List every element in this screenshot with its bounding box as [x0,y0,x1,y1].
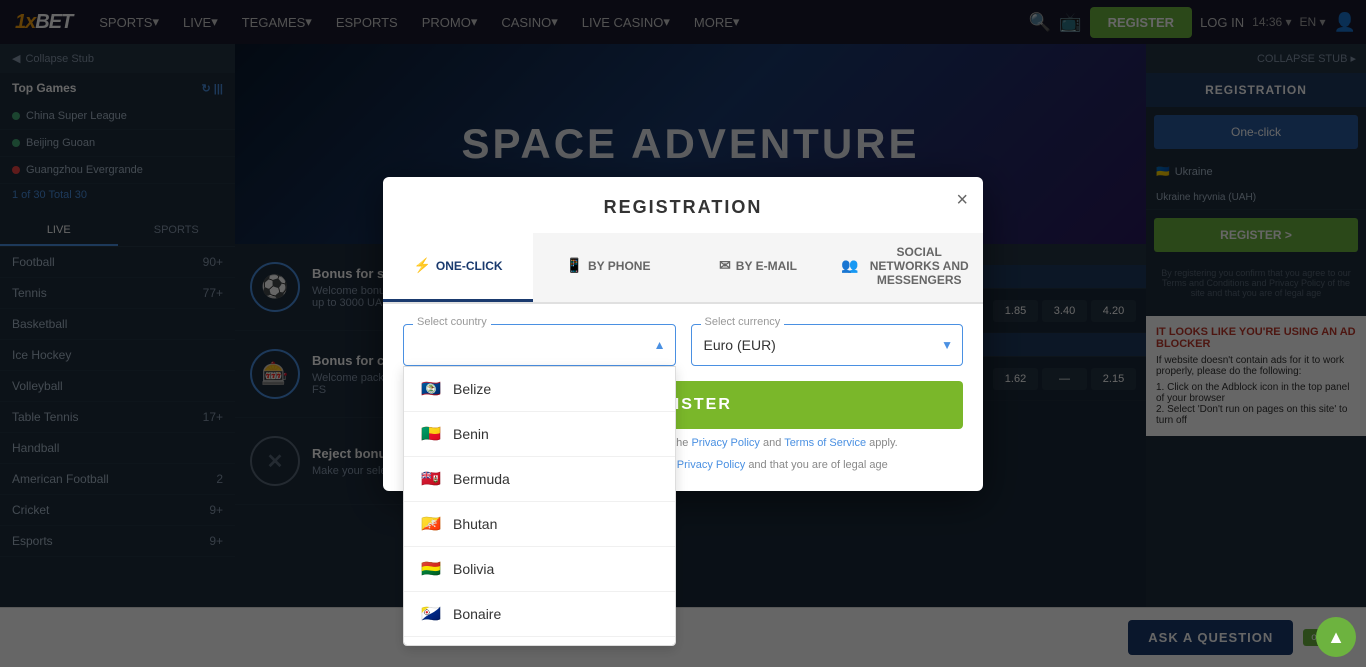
country-dropdown: 🇧🇿 Belize 🇧🇯 Benin 🇧🇲 Bermuda 🇧🇹 Bhutan [403,366,676,646]
bermuda-flag: 🇧🇲 [419,467,443,491]
currency-label: Select currency [701,316,785,328]
modal-body: Select country ▲ 🇧🇿 Belize 🇧🇯 Benin � [383,304,983,491]
list-item[interactable]: 🇧🇶 Bonaire [404,592,675,637]
phone-icon: 📱 [566,257,583,274]
bolivia-flag: 🇧🇴 [419,557,443,581]
currency-select-group: Select currency Euro (EUR) ▼ [691,324,964,366]
list-item[interactable]: 🇧🇴 Bolivia [404,547,675,592]
scroll-up-button[interactable]: ▲ [1316,617,1356,657]
close-button[interactable]: × [956,189,968,212]
benin-flag: 🇧🇯 [419,422,443,446]
modal-title: REGISTRATION [383,177,983,233]
lightning-icon: ⚡ [413,257,430,274]
list-item[interactable]: 🇧🇲 Bermuda [404,457,675,502]
list-item[interactable]: 🇧🇯 Benin [404,412,675,457]
tab-socialnetworks[interactable]: 👥 SOCIAL NETWORKS AND MESSENGERS [833,233,983,302]
google-terms-link[interactable]: Terms of Service [784,437,866,449]
google-privacy-link[interactable]: Privacy Policy [691,437,759,449]
currency-select[interactable]: Euro (EUR) [691,324,964,366]
form-row-country-currency: Select country ▲ 🇧🇿 Belize 🇧🇯 Benin � [403,324,963,366]
tab-oneclick[interactable]: ⚡ ONE-CLICK [383,233,533,302]
registration-modal: × REGISTRATION ⚡ ONE-CLICK 📱 BY PHONE ✉ … [383,177,983,491]
tab-byemail[interactable]: ✉ BY E-MAIL [683,233,833,302]
list-item[interactable]: 🇧🇦 Bosnia and Herzegovina [404,637,675,646]
registration-tabs: ⚡ ONE-CLICK 📱 BY PHONE ✉ BY E-MAIL 👥 SOC… [383,233,983,304]
list-item[interactable]: 🇧🇹 Bhutan [404,502,675,547]
list-item[interactable]: 🇧🇿 Belize [404,367,675,412]
belize-flag: 🇧🇿 [419,377,443,401]
bhutan-flag: 🇧🇹 [419,512,443,536]
privacy-policy-link[interactable]: Privacy Policy [677,459,745,471]
country-label: Select country [413,316,491,328]
tab-byphone[interactable]: 📱 BY PHONE [533,233,683,302]
bonaire-flag: 🇧🇶 [419,602,443,626]
social-icon: 👥 [841,257,858,274]
country-search-input[interactable] [403,324,676,366]
email-icon: ✉ [719,257,731,274]
country-select-group: Select country ▲ 🇧🇿 Belize 🇧🇯 Benin � [403,324,676,366]
